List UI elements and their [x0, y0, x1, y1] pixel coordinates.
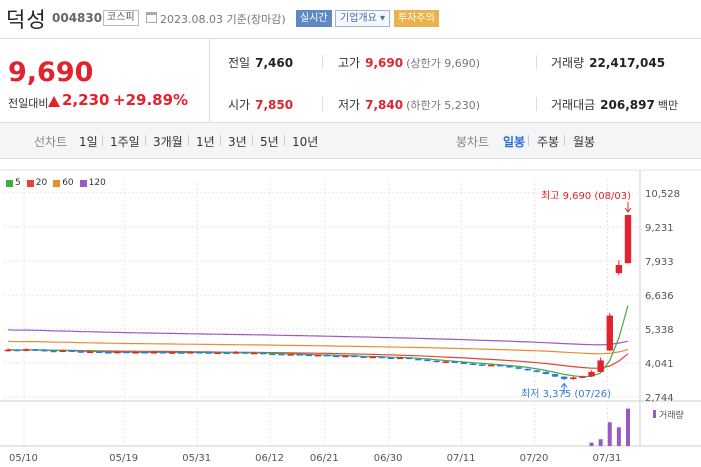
- high-annotation: 최고 9,690 (08/03): [541, 190, 631, 202]
- x-tick-label: 05/10: [9, 453, 38, 464]
- candle-body: [287, 354, 294, 356]
- candle-body: [342, 355, 349, 358]
- x-tick-label: 07/20: [520, 453, 549, 464]
- candle-body: [597, 360, 604, 372]
- candle-body: [95, 351, 103, 354]
- candle-body: [23, 349, 30, 351]
- candle-body: [68, 350, 76, 352]
- x-tick-label: 05/31: [182, 453, 211, 464]
- candle-body: [77, 351, 85, 353]
- candle-body: [168, 352, 176, 354]
- candle-body: [41, 349, 48, 352]
- candle-body: [560, 376, 568, 380]
- candle-body: [387, 357, 395, 360]
- candle-body: [323, 354, 331, 357]
- candle-body: [378, 356, 386, 359]
- candle-body: [59, 350, 66, 352]
- candle-body: [415, 358, 422, 361]
- candle-body: [296, 354, 303, 356]
- y-tick-label: 10,528: [645, 189, 680, 200]
- candle-body: [214, 352, 221, 355]
- candle-body: [497, 364, 504, 367]
- candle-body: [178, 352, 185, 354]
- candle-body: [105, 352, 112, 354]
- candle-body: [451, 361, 458, 363]
- candle-body: [424, 359, 431, 362]
- candle-body: [351, 355, 358, 358]
- candle-body: [524, 368, 531, 371]
- candle-body: [123, 351, 130, 354]
- candle-body: [86, 351, 94, 354]
- candle-body: [250, 352, 258, 355]
- volume-legend-label: 거래량: [659, 409, 684, 421]
- candle-body: [469, 363, 477, 366]
- volume-bar: [616, 427, 621, 446]
- volume-bar: [626, 408, 630, 446]
- candle-body: [405, 357, 413, 360]
- candle-body: [360, 356, 367, 358]
- candle-body: [506, 365, 513, 368]
- candle-body: [551, 374, 559, 377]
- candle-body: [141, 352, 148, 354]
- candle-body: [606, 315, 613, 351]
- candle-body: [588, 371, 595, 377]
- candle-body: [515, 367, 522, 369]
- y-tick-label: 4,041: [645, 359, 674, 370]
- candle-body: [533, 370, 541, 372]
- volume-bar: [607, 422, 612, 446]
- candle-body: [232, 352, 240, 354]
- candle-body: [260, 352, 267, 355]
- y-tick-label: 5,338: [645, 325, 674, 336]
- candle-body: [196, 352, 203, 354]
- x-tick-label: 07/11: [447, 453, 476, 464]
- candle-body: [13, 349, 21, 352]
- x-tick-label: 05/19: [109, 453, 138, 464]
- x-tick-label: 06/12: [255, 453, 284, 464]
- price-chart: 10,528 9,231 7,933 6,636 5,338 4,041 2,744 05/1…: [0, 169, 701, 464]
- low-annotation: 최저 3,375 (07/26): [521, 388, 611, 400]
- x-tick-label: 06/30: [374, 453, 403, 464]
- candle-body: [579, 376, 586, 378]
- candle-body: [369, 356, 376, 359]
- candle-body: [32, 349, 39, 351]
- volume-bar: [589, 442, 594, 446]
- candle-body: [488, 364, 495, 367]
- candle-body: [305, 354, 313, 357]
- candle-body: [269, 353, 276, 356]
- candle-body: [396, 357, 404, 360]
- candle-body: [542, 371, 550, 375]
- y-tick-label: 2,744: [645, 393, 674, 404]
- candle-body: [4, 349, 12, 352]
- x-tick-label: 07/31: [593, 453, 622, 464]
- candle-body: [624, 214, 632, 264]
- x-tick-label: 06/21: [310, 453, 339, 464]
- y-tick-label: 9,231: [645, 223, 674, 234]
- candle-body: [241, 352, 249, 354]
- candle-body: [223, 352, 231, 355]
- candle-body: [433, 360, 440, 363]
- candle-body: [442, 361, 449, 363]
- candle-body: [150, 352, 158, 354]
- y-tick-label: 7,933: [645, 257, 674, 268]
- candle-body: [187, 352, 194, 354]
- candle-body: [278, 353, 285, 356]
- candle-body: [114, 351, 121, 354]
- candle-body: [460, 362, 468, 365]
- candle-body: [478, 364, 486, 366]
- candle-body: [132, 352, 139, 354]
- candle-body: [50, 350, 57, 353]
- volume-bar: [598, 439, 603, 446]
- candle-body: [570, 377, 577, 380]
- candle-body: [159, 352, 167, 354]
- candle-body: [615, 265, 623, 274]
- candle-body: [205, 352, 212, 354]
- candle-body: [314, 354, 322, 357]
- y-tick-label: 6,636: [645, 291, 674, 302]
- volume-legend-swatch: [653, 410, 656, 418]
- candle-body: [333, 355, 340, 358]
